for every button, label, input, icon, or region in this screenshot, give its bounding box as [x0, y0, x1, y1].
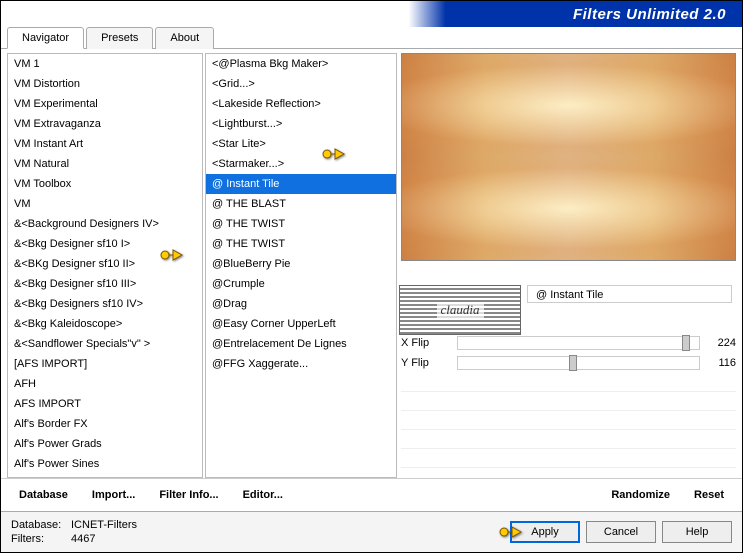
filters-unlimited-window: Filters Unlimited 2.0 Navigator Presets … — [0, 0, 743, 553]
slider-xflip-value: 224 — [706, 337, 736, 349]
slider-yflip-thumb[interactable] — [569, 355, 577, 371]
category-item[interactable]: VM Experimental — [8, 94, 202, 114]
category-item[interactable]: &<Bkg Designer sf10 III> — [8, 274, 202, 294]
category-item[interactable]: VM Natural — [8, 154, 202, 174]
category-item[interactable]: VM Instant Art — [8, 134, 202, 154]
current-filter-name: @ Instant Tile — [527, 285, 732, 303]
import-button[interactable]: Import... — [82, 485, 145, 505]
category-item[interactable]: &<Bkg Designer sf10 I> — [8, 234, 202, 254]
filter-item[interactable]: @Entrelacement De Lignes — [206, 334, 396, 354]
reset-button[interactable]: Reset — [684, 485, 734, 505]
footer-info: Database:ICNET-Filters Filters:4467 — [11, 518, 504, 546]
empty-slider-row — [401, 393, 736, 411]
tab-bar: Navigator Presets About — [1, 26, 742, 49]
preview-column: claudia @ Instant Tile X Flip 224 Y Flip — [401, 53, 736, 478]
filter-item[interactable]: @Drag — [206, 294, 396, 314]
filter-item[interactable]: <@Plasma Bkg Maker> — [206, 54, 396, 74]
filters-label: Filters: — [11, 532, 71, 546]
category-item[interactable]: AFH — [8, 374, 202, 394]
toolbar-row: Database Import... Filter Info... Editor… — [1, 478, 742, 511]
slider-panel: X Flip 224 Y Flip 116 — [401, 333, 736, 468]
empty-slider-row — [401, 412, 736, 430]
filter-item[interactable]: @Crumple — [206, 274, 396, 294]
filter-item[interactable]: @ THE BLAST — [206, 194, 396, 214]
content-area: VM 1VM DistortionVM ExperimentalVM Extra… — [1, 49, 742, 478]
randomize-button[interactable]: Randomize — [601, 485, 680, 505]
slider-yflip-label: Y Flip — [401, 357, 451, 369]
category-item[interactable]: &<Bkg Kaleidoscope> — [8, 314, 202, 334]
filter-item[interactable]: @FFG Xaggerate... — [206, 354, 396, 374]
watermark-badge: claudia — [399, 285, 521, 335]
category-item[interactable]: AFS IMPORT — [8, 394, 202, 414]
watermark-text: claudia — [437, 302, 484, 318]
filter-item[interactable]: <Lakeside Reflection> — [206, 94, 396, 114]
slider-yflip-track[interactable] — [457, 356, 700, 370]
slider-yflip: Y Flip 116 — [401, 353, 736, 373]
category-item[interactable]: &<Background Designers IV> — [8, 214, 202, 234]
slider-xflip-label: X Flip — [401, 337, 451, 349]
category-list[interactable]: VM 1VM DistortionVM ExperimentalVM Extra… — [7, 53, 203, 478]
category-item[interactable]: Alf's Border FX — [8, 414, 202, 434]
category-item[interactable]: &<Bkg Designers sf10 IV> — [8, 294, 202, 314]
category-item[interactable]: VM Distortion — [8, 74, 202, 94]
cancel-button[interactable]: Cancel — [586, 521, 656, 543]
filter-list[interactable]: <@Plasma Bkg Maker><Grid...><Lakeside Re… — [205, 53, 397, 478]
database-button[interactable]: Database — [9, 485, 78, 505]
filter-item[interactable]: @Easy Corner UpperLeft — [206, 314, 396, 334]
db-label: Database: — [11, 518, 71, 532]
db-value: ICNET-Filters — [71, 519, 137, 531]
slider-yflip-value: 116 — [706, 357, 736, 369]
empty-slider-row — [401, 450, 736, 468]
category-item[interactable]: VM Extravaganza — [8, 114, 202, 134]
category-item[interactable]: [AFS IMPORT] — [8, 354, 202, 374]
filter-column: <@Plasma Bkg Maker><Grid...><Lakeside Re… — [205, 53, 397, 478]
filter-item[interactable]: <Lightburst...> — [206, 114, 396, 134]
filter-item[interactable]: <Grid...> — [206, 74, 396, 94]
filters-value: 4467 — [71, 533, 95, 545]
category-column: VM 1VM DistortionVM ExperimentalVM Extra… — [7, 53, 203, 478]
slider-xflip: X Flip 224 — [401, 333, 736, 353]
filter-item[interactable]: @ Instant Tile — [206, 174, 396, 194]
filter-item[interactable]: @ THE TWIST — [206, 214, 396, 234]
empty-slider-row — [401, 374, 736, 392]
filter-item[interactable]: @ THE TWIST — [206, 234, 396, 254]
app-title: Filters Unlimited 2.0 — [573, 6, 726, 23]
apply-button[interactable]: Apply — [510, 521, 580, 543]
category-item[interactable]: VM 1 — [8, 54, 202, 74]
empty-slider-row — [401, 431, 736, 449]
category-item[interactable]: &<Sandflower Specials"v" > — [8, 334, 202, 354]
editor-button[interactable]: Editor... — [233, 485, 293, 505]
slider-xflip-thumb[interactable] — [682, 335, 690, 351]
filter-info-button[interactable]: Filter Info... — [149, 485, 228, 505]
filter-item[interactable]: <Starmaker...> — [206, 154, 396, 174]
footer: Database:ICNET-Filters Filters:4467 Appl… — [1, 511, 742, 552]
tab-presets[interactable]: Presets — [86, 27, 153, 49]
tab-navigator[interactable]: Navigator — [7, 27, 84, 49]
filter-item[interactable]: <Star Lite> — [206, 134, 396, 154]
category-item[interactable]: &<BKg Designer sf10 II> — [8, 254, 202, 274]
category-item[interactable]: Alf's Power Sines — [8, 454, 202, 474]
category-item[interactable]: VM — [8, 194, 202, 214]
help-button[interactable]: Help — [662, 521, 732, 543]
category-item[interactable]: VM Toolbox — [8, 174, 202, 194]
category-item[interactable]: Alf's Power Grads — [8, 434, 202, 454]
filter-item[interactable]: @BlueBerry Pie — [206, 254, 396, 274]
slider-xflip-track[interactable] — [457, 336, 700, 350]
titlebar: Filters Unlimited 2.0 — [1, 1, 742, 27]
preview-image — [401, 53, 736, 261]
tab-about[interactable]: About — [155, 27, 214, 49]
